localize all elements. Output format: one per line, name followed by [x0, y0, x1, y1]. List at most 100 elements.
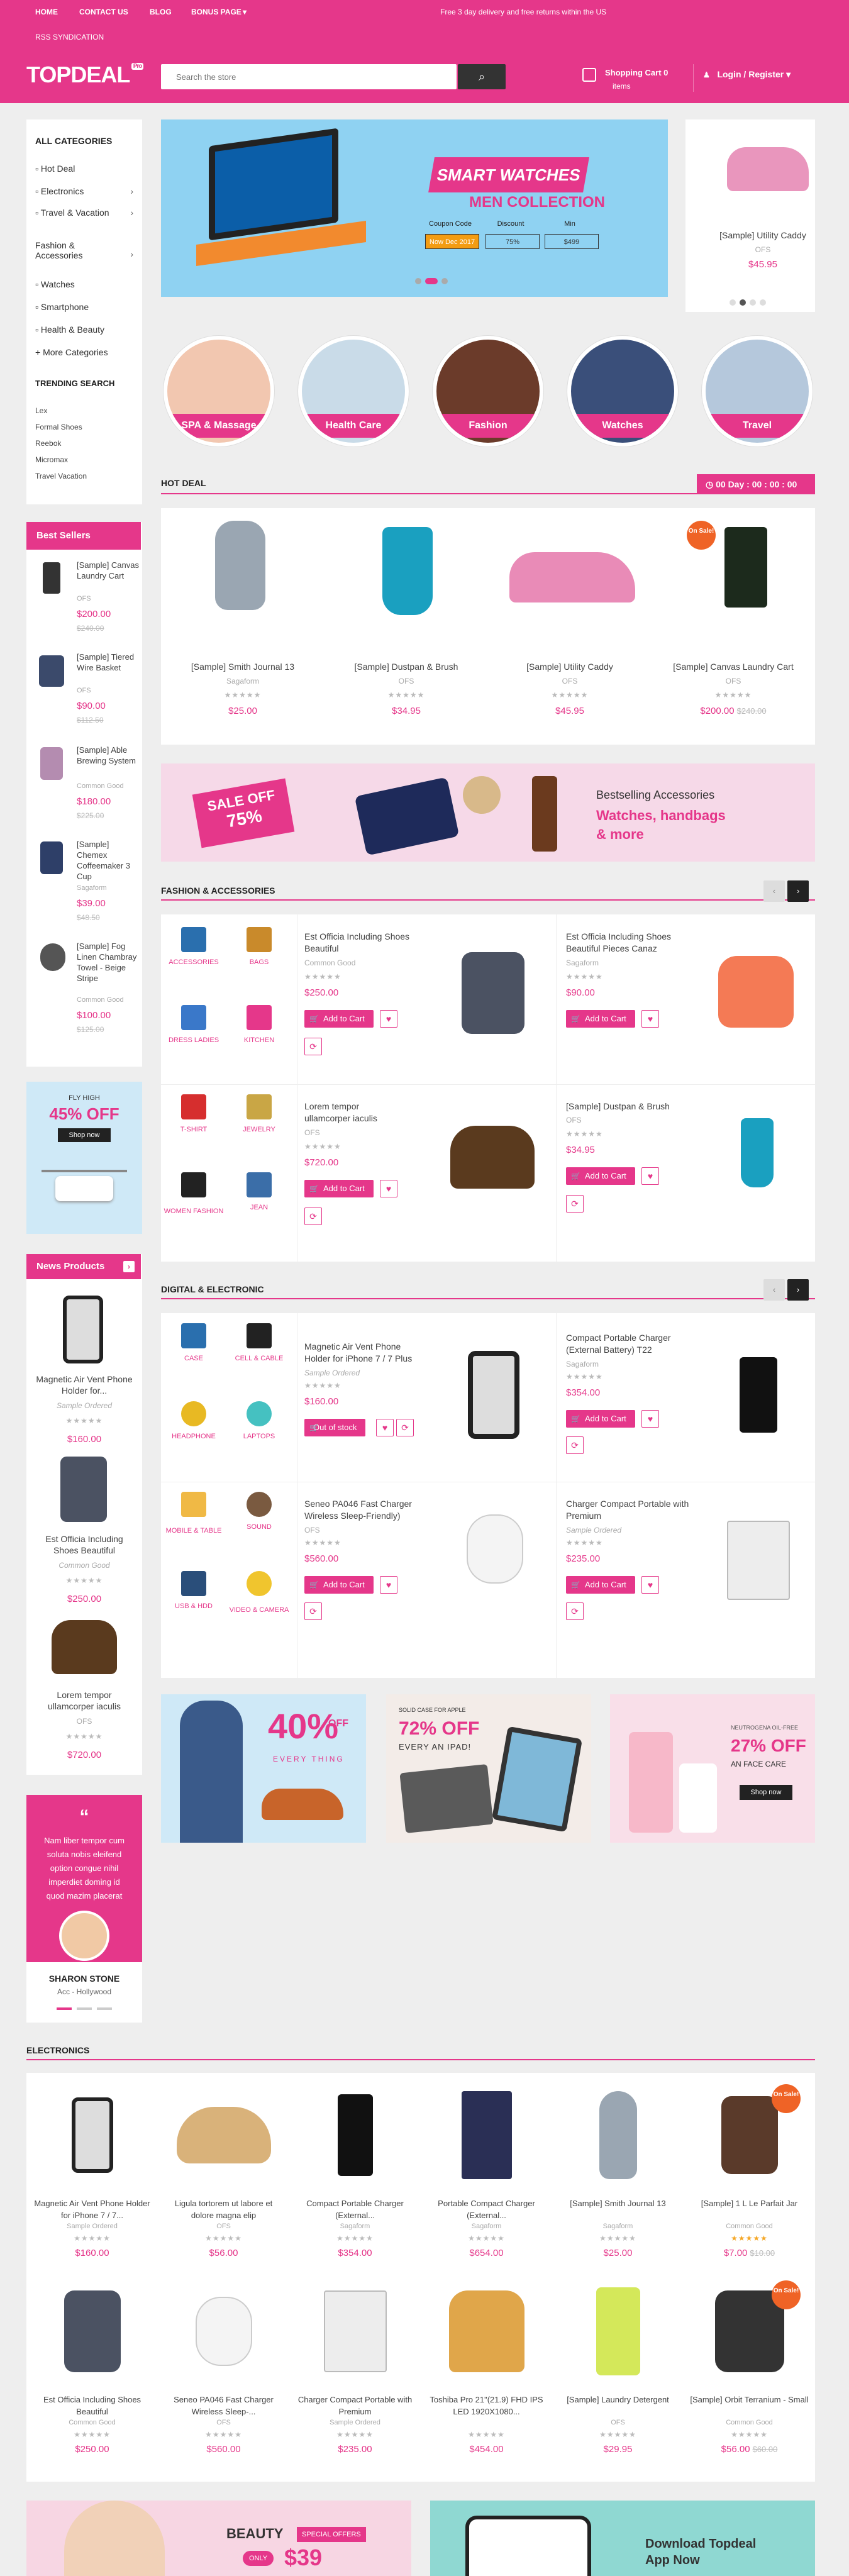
search-button[interactable]: ⌕ — [458, 64, 506, 89]
add-to-cart-button[interactable]: Add to Cart — [566, 1410, 635, 1428]
product-card[interactable]: Ligula tortorem ut labore et dolore magn… — [158, 2073, 289, 2269]
category-smartphone[interactable]: ▫ Smartphone — [35, 302, 89, 312]
category-more[interactable]: + More Categories — [35, 347, 108, 357]
product-name[interactable]: Seneo PA046 Fast Charger Wireless Sleep-… — [164, 2394, 283, 2418]
add-to-cart-button[interactable]: Add to Cart — [304, 1180, 374, 1197]
shop-now-button[interactable]: Shop now — [740, 1785, 792, 1800]
best-seller-item[interactable]: [Sample] Able Brewing System Common Good… — [26, 745, 141, 826]
circle-category-spa[interactable]: SPA & Massage — [164, 336, 274, 447]
product-card[interactable]: On Sale! [Sample] Orbit Terranium - Small… — [684, 2269, 815, 2465]
promo-banner-72[interactable]: SOLID CASE FOR APPLE 72% OFF EVERY AN IP… — [386, 1694, 591, 1843]
add-to-cart-button[interactable]: Add to Cart — [304, 1576, 374, 1594]
trending-link[interactable]: Lex — [35, 406, 47, 415]
promo-banner-27[interactable]: NEUTROGENA OIL-FREE 27% OFF AN FACE CARE… — [610, 1694, 815, 1843]
compare-icon[interactable]: ⟳ — [566, 1436, 584, 1454]
product-name[interactable]: Seneo PA046 Fast Charger Wireless Sleep-… — [304, 1498, 424, 1522]
slider-dot[interactable] — [415, 278, 421, 284]
chevron-right-icon[interactable]: › — [123, 1261, 135, 1272]
compare-icon[interactable]: ⟳ — [304, 1602, 322, 1620]
product-name[interactable]: Magnetic Air Vent Phone Holder for... — [33, 1374, 136, 1396]
digital-cat-cable[interactable]: CELL & CABLE — [226, 1323, 292, 1362]
compare-icon[interactable]: ⟳ — [566, 1602, 584, 1620]
circle-category-watches[interactable]: Watches — [567, 336, 678, 447]
hero-banner[interactable]: SMART WATCHES MEN COLLECTION Coupon Code… — [161, 119, 668, 297]
add-to-cart-button[interactable]: Add to Cart — [566, 1576, 635, 1594]
product-name[interactable]: Lorem tempor ullamcorper iaculis — [33, 1689, 136, 1712]
accessories-banner[interactable]: SALE OFF 75% Bestselling Accessories Watc… — [161, 763, 815, 862]
app-download-banner[interactable]: Download Topdeal App Now — [430, 2501, 815, 2576]
product-name[interactable]: Charger Compact Portable with Premium — [296, 2394, 414, 2418]
category-electronics[interactable]: ▫ Electronics › — [35, 186, 133, 196]
product-name[interactable]: Est Officia Including Shoes Beautiful — [33, 2394, 152, 2418]
product-name[interactable]: [Sample] Smith Journal 13 — [174, 662, 312, 672]
category-watches[interactable]: ▫ Watches — [35, 279, 75, 289]
wishlist-heart-icon[interactable]: ♥ — [641, 1010, 659, 1028]
circle-category-fashion[interactable]: Fashion — [433, 336, 543, 447]
fashion-cat-accessories[interactable]: ACCESSORIES — [161, 927, 226, 966]
slider-dot-active[interactable] — [425, 278, 438, 284]
product-name[interactable]: [Sample] Canvas Laundry Cart — [664, 662, 802, 672]
wishlist-heart-icon[interactable]: ♥ — [380, 1010, 397, 1028]
slider-dot[interactable] — [730, 299, 736, 306]
product-card[interactable]: Portable Compact Charger (External... Sag… — [421, 2073, 552, 2269]
login-register-link[interactable]: ♟ Login / Register ▾ — [703, 69, 791, 80]
nav-blog-link[interactable]: BLOG — [150, 8, 172, 16]
circle-category-health[interactable]: Health Care — [298, 336, 409, 447]
product-name[interactable]: Ligula tortorem ut labore et dolore magn… — [164, 2197, 283, 2221]
product-name[interactable]: Magnetic Air Vent Phone Holder for iPhon… — [304, 1341, 424, 1365]
category-health[interactable]: ▫ Health & Beauty — [35, 325, 104, 335]
product-name[interactable]: Est Officia Including Shoes Beautiful Pi… — [566, 931, 692, 955]
logo[interactable]: TOPDEAL Pro — [26, 62, 144, 88]
add-to-cart-button[interactable]: Add to Cart — [304, 1010, 374, 1028]
slider-dot[interactable] — [760, 299, 766, 306]
product-name[interactable]: [Sample] Utility Caddy — [501, 662, 639, 672]
digital-cat-mobile[interactable]: MOBILE & TABLE — [161, 1492, 226, 1538]
fashion-cat-dress[interactable]: DRESS LADIES — [161, 1005, 226, 1044]
slider-dot-active[interactable] — [740, 299, 746, 306]
product-name[interactable]: [Sample] Dustpan & Brush — [337, 662, 475, 672]
product-name[interactable]: Magnetic Air Vent Phone Holder for iPhon… — [33, 2197, 152, 2221]
fashion-cat-kitchen[interactable]: KITCHEN — [226, 1005, 292, 1044]
product-card[interactable]: Seneo PA046 Fast Charger Wireless Sleep-… — [158, 2269, 289, 2465]
compare-icon[interactable]: ⟳ — [396, 1419, 414, 1436]
best-seller-item[interactable]: [Sample] Chemex Coffeemaker 3 Cup Sagafo… — [26, 839, 141, 933]
wishlist-heart-icon[interactable]: ♥ — [380, 1576, 397, 1594]
product-card[interactable]: On Sale! [Sample] 1 L Le Parfait Jar Commo… — [684, 2073, 815, 2269]
digital-cat-headphone[interactable]: HEADPHONE — [161, 1401, 226, 1440]
digital-cat-sound[interactable]: SOUND — [226, 1492, 292, 1531]
wishlist-heart-icon[interactable]: ♥ — [641, 1576, 659, 1594]
prev-button[interactable]: ‹ — [763, 1279, 785, 1301]
wishlist-heart-icon[interactable]: ♥ — [376, 1419, 394, 1436]
digital-cat-case[interactable]: CASE — [161, 1323, 226, 1362]
add-to-cart-button[interactable]: Add to Cart — [566, 1010, 635, 1028]
fashion-cat-women[interactable]: WOMEN FASHION — [161, 1172, 226, 1219]
compare-icon[interactable]: ⟳ — [304, 1038, 322, 1055]
nav-contact-link[interactable]: CONTACT US — [79, 8, 128, 16]
product-name[interactable]: [Sample] 1 L Le Parfait Jar — [690, 2197, 809, 2209]
trending-link[interactable]: Micromax — [35, 455, 68, 464]
fashion-cat-tshirt[interactable]: T-SHIRT — [161, 1094, 226, 1133]
fashion-cat-bags[interactable]: BAGS — [226, 927, 292, 966]
product-name[interactable]: Compact Portable Charger (External... — [296, 2197, 414, 2221]
nav-bonus-link[interactable]: BONUS PAGE — [191, 8, 241, 16]
carousel-dot[interactable] — [97, 2007, 112, 2010]
shopping-cart[interactable]: Shopping Cart 0 items — [579, 67, 685, 92]
category-fashion[interactable]: Fashion & Accessories › — [35, 240, 133, 260]
wishlist-heart-icon[interactable]: ♥ — [641, 1410, 659, 1428]
best-seller-item[interactable]: [Sample] Tiered Wire Basket OFS $90.00 $… — [26, 652, 141, 733]
promo-banner-40[interactable]: 40% OFF EVERY THING — [161, 1694, 366, 1843]
rss-link[interactable]: RSS SYNDICATION — [35, 33, 104, 42]
product-card[interactable]: Magnetic Air Vent Phone Holder for iPhon… — [26, 2073, 158, 2269]
trending-link[interactable]: Travel Vacation — [35, 472, 87, 480]
next-button[interactable]: › — [787, 880, 809, 902]
category-travel[interactable]: ▫ Travel & Vacation › — [35, 208, 133, 218]
product-name[interactable]: Compact Portable Charger (External Batte… — [566, 1332, 698, 1356]
wishlist-heart-icon[interactable]: ♥ — [641, 1167, 659, 1185]
product-card[interactable]: Est Officia Including Shoes Beautiful Com… — [26, 2269, 158, 2465]
add-to-cart-button[interactable]: Add to Cart — [566, 1167, 635, 1185]
product-card[interactable]: Compact Portable Charger (External... Sag… — [289, 2073, 421, 2269]
trending-link[interactable]: Formal Shoes — [35, 423, 82, 431]
best-seller-item[interactable]: [Sample] Fog Linen Chambray Towel - Beig… — [26, 941, 141, 1054]
product-name[interactable]: Charger Compact Portable with Premium — [566, 1498, 698, 1522]
next-button[interactable]: › — [787, 1279, 809, 1301]
